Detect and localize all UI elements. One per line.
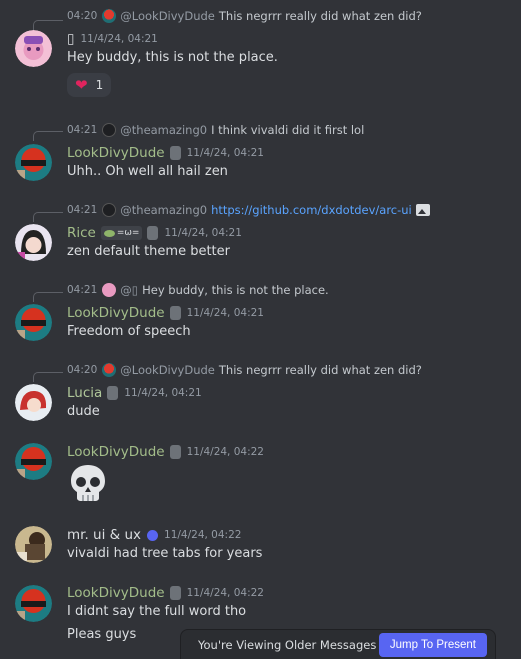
reply-username[interactable]: @theamazing0 <box>120 203 207 217</box>
message-text: I didnt say the full word tho <box>67 604 247 619</box>
reply-username[interactable]: @LookDivyDude <box>120 363 215 377</box>
guild-tag-label: =ω= <box>116 228 140 238</box>
avatar[interactable] <box>15 585 52 622</box>
role-icon <box>169 306 181 320</box>
reaction-count: 1 <box>95 78 104 92</box>
timestamp: 11/4/24, 04:21 <box>164 227 242 239</box>
author-name[interactable]: LookDivyDude <box>67 145 165 161</box>
reply-text: This negrrr really did what zen did? <box>218 9 422 23</box>
reply-time: 04:21 <box>67 124 98 136</box>
reply-time: 04:20 <box>67 364 98 376</box>
author-name[interactable]: LookDivyDude <box>67 305 165 321</box>
role-icon <box>169 586 181 600</box>
avatar[interactable] <box>15 384 52 421</box>
avatar[interactable] <box>15 526 52 563</box>
author-name[interactable]: Rice <box>67 225 96 241</box>
avatar[interactable] <box>15 30 52 67</box>
message-text: vivaldi had tree tabs for years <box>67 546 263 561</box>
message-header: LookDivyDude 11/4/24, 04:21 <box>67 304 264 322</box>
image-icon <box>415 204 430 216</box>
message-text: Pleas guys <box>67 627 137 642</box>
timestamp: 11/4/24, 04:22 <box>186 587 264 599</box>
message-text: Uhh.. Oh well all hail zen <box>67 164 228 179</box>
message-text: zen default theme better <box>67 244 230 259</box>
reply-text: I think vivaldi did it first lol <box>211 123 365 137</box>
reply-avatar <box>102 203 117 217</box>
author-name[interactable]: mr. ui & ux <box>67 527 141 543</box>
reply-preview[interactable]: 04:20 @LookDivyDude This negrrr really d… <box>67 8 422 24</box>
reply-time: 04:21 <box>67 204 98 216</box>
author-name[interactable]: LookDivyDude <box>67 585 165 601</box>
reply-preview[interactable]: 04:21 @▯ Hey buddy, this is not the plac… <box>67 282 329 298</box>
leaf-icon <box>103 229 115 237</box>
timestamp: 11/4/24, 04:22 <box>164 529 242 541</box>
avatar[interactable] <box>15 224 52 261</box>
timestamp: 11/4/24, 04:21 <box>124 387 202 399</box>
reply-text: This negrrr really did what zen did? <box>218 363 422 377</box>
reply-connector <box>33 372 63 382</box>
reply-connector <box>33 20 63 30</box>
reply-username[interactable]: @LookDivyDude <box>120 9 215 23</box>
message-text: Freedom of speech <box>67 324 191 339</box>
older-messages-label: You're Viewing Older Messages <box>198 638 377 652</box>
skull-icon <box>71 465 105 501</box>
message-header: Lucia 11/4/24, 04:21 <box>67 384 202 402</box>
timestamp: 11/4/24, 04:21 <box>186 147 264 159</box>
message-header: LookDivyDude 11/4/24, 04:22 <box>67 443 264 461</box>
reply-preview[interactable]: 04:21 @theamazing0 https://github.com/dx… <box>67 202 430 218</box>
role-icon <box>147 226 159 240</box>
author-name[interactable]: ▯ <box>67 31 74 47</box>
role-icon <box>107 386 119 400</box>
reply-link[interactable]: https://github.com/dxdotdev/arc-ui <box>211 203 412 217</box>
reply-avatar <box>102 363 117 377</box>
avatar[interactable] <box>15 144 52 181</box>
timestamp: 11/4/24, 04:21 <box>80 33 158 45</box>
author-name[interactable]: Lucia <box>67 385 102 401</box>
message-header: ▯ 11/4/24, 04:21 <box>67 30 158 48</box>
timestamp: 11/4/24, 04:22 <box>186 446 264 458</box>
reply-username[interactable]: @theamazing0 <box>120 123 207 137</box>
reply-preview[interactable]: 04:20 @LookDivyDude This negrrr really d… <box>67 362 422 378</box>
guild-tag[interactable]: =ω= <box>100 226 143 240</box>
reply-avatar <box>102 283 117 297</box>
reply-avatar <box>102 123 117 137</box>
author-name[interactable]: LookDivyDude <box>67 444 165 460</box>
reply-connector <box>33 212 63 222</box>
jump-to-present-button[interactable]: Jump To Present <box>378 633 487 657</box>
avatar[interactable] <box>15 304 52 341</box>
older-messages-bar: You're Viewing Older Messages Jump To Pr… <box>180 629 496 659</box>
message-header: Rice =ω= 11/4/24, 04:21 <box>67 224 242 242</box>
timestamp: 11/4/24, 04:21 <box>186 307 264 319</box>
reply-time: 04:21 <box>67 284 98 296</box>
message-header: mr. ui & ux 11/4/24, 04:22 <box>67 526 241 544</box>
reaction-heart[interactable]: ❤ 1 <box>67 73 112 97</box>
heart-icon: ❤ <box>75 76 88 94</box>
reply-username[interactable]: @▯ <box>120 283 138 297</box>
verified-icon <box>147 529 159 541</box>
reply-connector <box>33 131 63 141</box>
message-text: Hey buddy, this is not the place. <box>67 50 278 65</box>
reply-text: Hey buddy, this is not the place. <box>142 283 329 297</box>
message-header: LookDivyDude 11/4/24, 04:21 <box>67 144 264 162</box>
reply-avatar <box>102 9 117 23</box>
role-icon <box>169 445 181 459</box>
reply-connector <box>33 292 63 302</box>
avatar[interactable] <box>15 443 52 480</box>
reply-time: 04:20 <box>67 10 98 22</box>
reply-preview[interactable]: 04:21 @theamazing0 I think vivaldi did i… <box>67 122 364 138</box>
message-header: LookDivyDude 11/4/24, 04:22 <box>67 584 264 602</box>
role-icon <box>169 146 181 160</box>
message-text: dude <box>67 404 100 419</box>
